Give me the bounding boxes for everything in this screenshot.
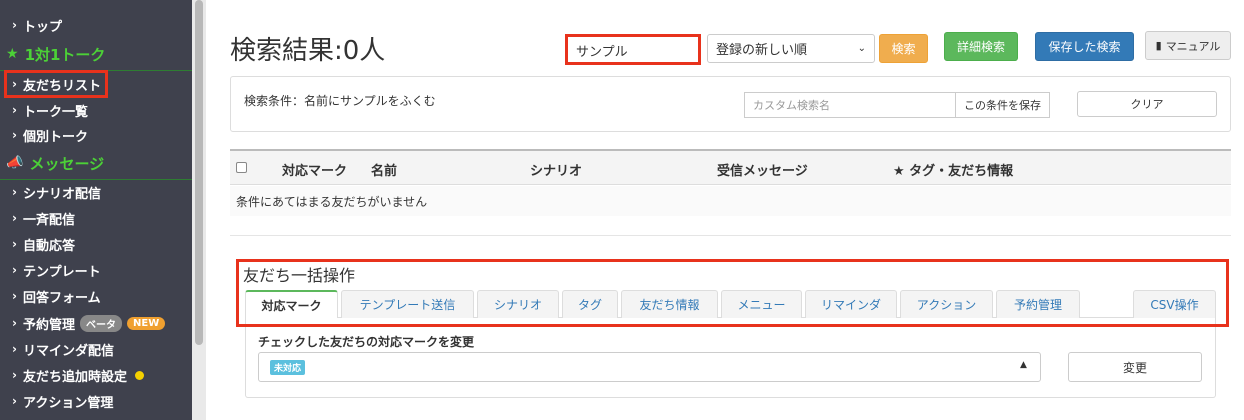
manual-button[interactable]: ▮ マニュアル: [1145, 31, 1231, 60]
sidebar-section-message: 📣 メッセージ: [0, 151, 192, 175]
tab-csv[interactable]: CSV操作: [1133, 290, 1216, 318]
mark-chip: 未対応: [270, 360, 306, 375]
sidebar-item-friend-list[interactable]: › 友だちリスト: [0, 73, 192, 95]
star-icon: ★: [6, 46, 19, 62]
chevron-right-icon: ›: [12, 394, 17, 408]
search-conditions-text: 検索条件：名前にサンプルをふくむ: [244, 94, 436, 108]
tab-action[interactable]: アクション: [900, 290, 993, 318]
advanced-search-button[interactable]: 詳細検索: [944, 32, 1018, 61]
chevron-right-icon: ›: [12, 185, 17, 199]
chevron-right-icon: ›: [12, 342, 17, 356]
sidebar-item-action-manage[interactable]: › アクション管理: [0, 390, 192, 412]
column-header-name[interactable]: 名前: [371, 160, 397, 179]
sidebar-item-label: リマインダ配信: [23, 343, 115, 359]
chevron-right-icon: ›: [12, 237, 17, 251]
tab-friend-info[interactable]: 友だち情報: [621, 290, 718, 318]
caret-up-icon: ▲: [1020, 360, 1027, 370]
sidebar-item-scenario[interactable]: › シナリオ配信: [0, 181, 192, 203]
sidebar-item-label: 回答フォーム: [23, 290, 101, 306]
sidebar-item-label: 自動応答: [23, 238, 76, 254]
sidebar-item-talk-list[interactable]: › トーク一覧: [0, 99, 192, 121]
chevron-right-icon: ›: [12, 103, 17, 117]
chevron-right-icon: ›: [12, 289, 17, 303]
column-header-received-message[interactable]: 受信メッセージ: [717, 160, 808, 179]
sidebar-item-template[interactable]: › テンプレート: [0, 259, 192, 281]
tab-scenario[interactable]: シナリオ: [477, 290, 559, 318]
sidebar-item-label: シナリオ配信: [23, 186, 102, 202]
sidebar-item-label: テンプレート: [23, 264, 101, 280]
sidebar-item-broadcast[interactable]: › 一斉配信: [0, 207, 192, 229]
bulk-operations-title: 友だち一括操作: [243, 266, 356, 285]
chevron-down-icon: ⌄: [857, 43, 866, 54]
sidebar-item-label: 友だちリスト: [23, 78, 102, 94]
sidebar-section-label: 1対1トーク: [24, 45, 106, 64]
sidebar-item-answer-form[interactable]: › 回答フォーム: [0, 285, 192, 307]
sidebar-scrollbar-thumb[interactable]: [195, 0, 203, 345]
tab-menu[interactable]: メニュー: [721, 290, 802, 318]
search-input[interactable]: [567, 36, 699, 64]
table-empty-message: 条件にあてはまる友だちがいません: [236, 195, 428, 209]
column-header-scenario[interactable]: シナリオ: [530, 160, 582, 179]
tab-reminder[interactable]: リマインダ: [805, 290, 897, 318]
sidebar: › トップ ★ 1対1トーク › 友だちリスト › トーク一覧 › 個別トーク 📣 メッセー…: [0, 0, 192, 420]
section-divider: [0, 179, 192, 180]
chevron-right-icon: ›: [12, 128, 17, 142]
sidebar-item-auto-reply[interactable]: › 自動応答: [0, 233, 192, 255]
megaphone-icon: 📣: [6, 155, 24, 171]
mark-select[interactable]: [258, 352, 1041, 382]
column-header-mark[interactable]: 対応マーク: [282, 160, 347, 179]
book-icon: ▮: [1155, 39, 1162, 52]
tab-template-send[interactable]: テンプレート送信: [341, 290, 474, 318]
section-divider: [230, 235, 1231, 236]
tab-mark[interactable]: 対応マーク: [245, 290, 338, 319]
custom-search-name-input[interactable]: カスタム検索名: [744, 92, 956, 118]
sidebar-item-reminder[interactable]: › リマインダ配信: [0, 338, 192, 360]
sidebar-item-label: アクション管理: [23, 395, 114, 411]
beta-badge: ベータ: [80, 314, 123, 332]
new-badge: NEW: [127, 316, 166, 330]
notification-dot: [135, 370, 145, 380]
sidebar-item-label: 一斉配信: [23, 212, 76, 228]
sidebar-item-friend-add-settings[interactable]: › 友だち追加時設定: [0, 364, 192, 386]
sidebar-section-label: メッセージ: [29, 154, 105, 173]
chevron-right-icon: ›: [12, 368, 17, 382]
sidebar-section-talk: ★ 1対1トーク: [0, 42, 192, 66]
sort-select[interactable]: 登録の新しい順 ⌄: [707, 34, 875, 63]
chevron-right-icon: ›: [12, 211, 17, 225]
manual-button-label: マニュアル: [1165, 39, 1221, 53]
sort-selected-value: 登録の新しい順: [716, 43, 808, 58]
sidebar-item-label: 個別トーク: [23, 129, 89, 145]
chevron-right-icon: ›: [12, 316, 17, 330]
chevron-right-icon: ›: [12, 263, 17, 277]
section-divider: [0, 70, 192, 71]
sidebar-item-label: 予約管理: [23, 317, 76, 333]
chevron-right-icon: ›: [12, 77, 17, 91]
save-condition-button[interactable]: この条件を保存: [955, 92, 1050, 118]
page-title: 検索結果:0人: [230, 36, 386, 66]
tab-tag[interactable]: タグ: [562, 290, 618, 318]
chevron-right-icon: ›: [12, 18, 17, 32]
search-button[interactable]: 検索: [879, 34, 928, 63]
sidebar-item-reservation[interactable]: › 予約管理 ベータ NEW: [0, 312, 192, 334]
change-button[interactable]: 変更: [1068, 352, 1202, 382]
sidebar-item-label: 友だち追加時設定: [23, 369, 128, 385]
clear-button[interactable]: クリア: [1077, 91, 1217, 117]
sidebar-item-individual-talk[interactable]: › 個別トーク: [0, 124, 192, 146]
select-all-checkbox[interactable]: [236, 162, 247, 173]
mark-change-label: チェックした友だちの対応マークを変更: [258, 335, 475, 349]
column-header-tags[interactable]: ★ タグ・友だち情報: [893, 160, 1013, 179]
saved-search-button[interactable]: 保存した検索: [1035, 32, 1134, 61]
tab-reservation[interactable]: 予約管理: [996, 290, 1080, 318]
sidebar-item-label: トーク一覧: [23, 104, 89, 120]
sidebar-item-top[interactable]: › トップ: [0, 14, 192, 36]
sidebar-item-label: トップ: [23, 19, 63, 35]
